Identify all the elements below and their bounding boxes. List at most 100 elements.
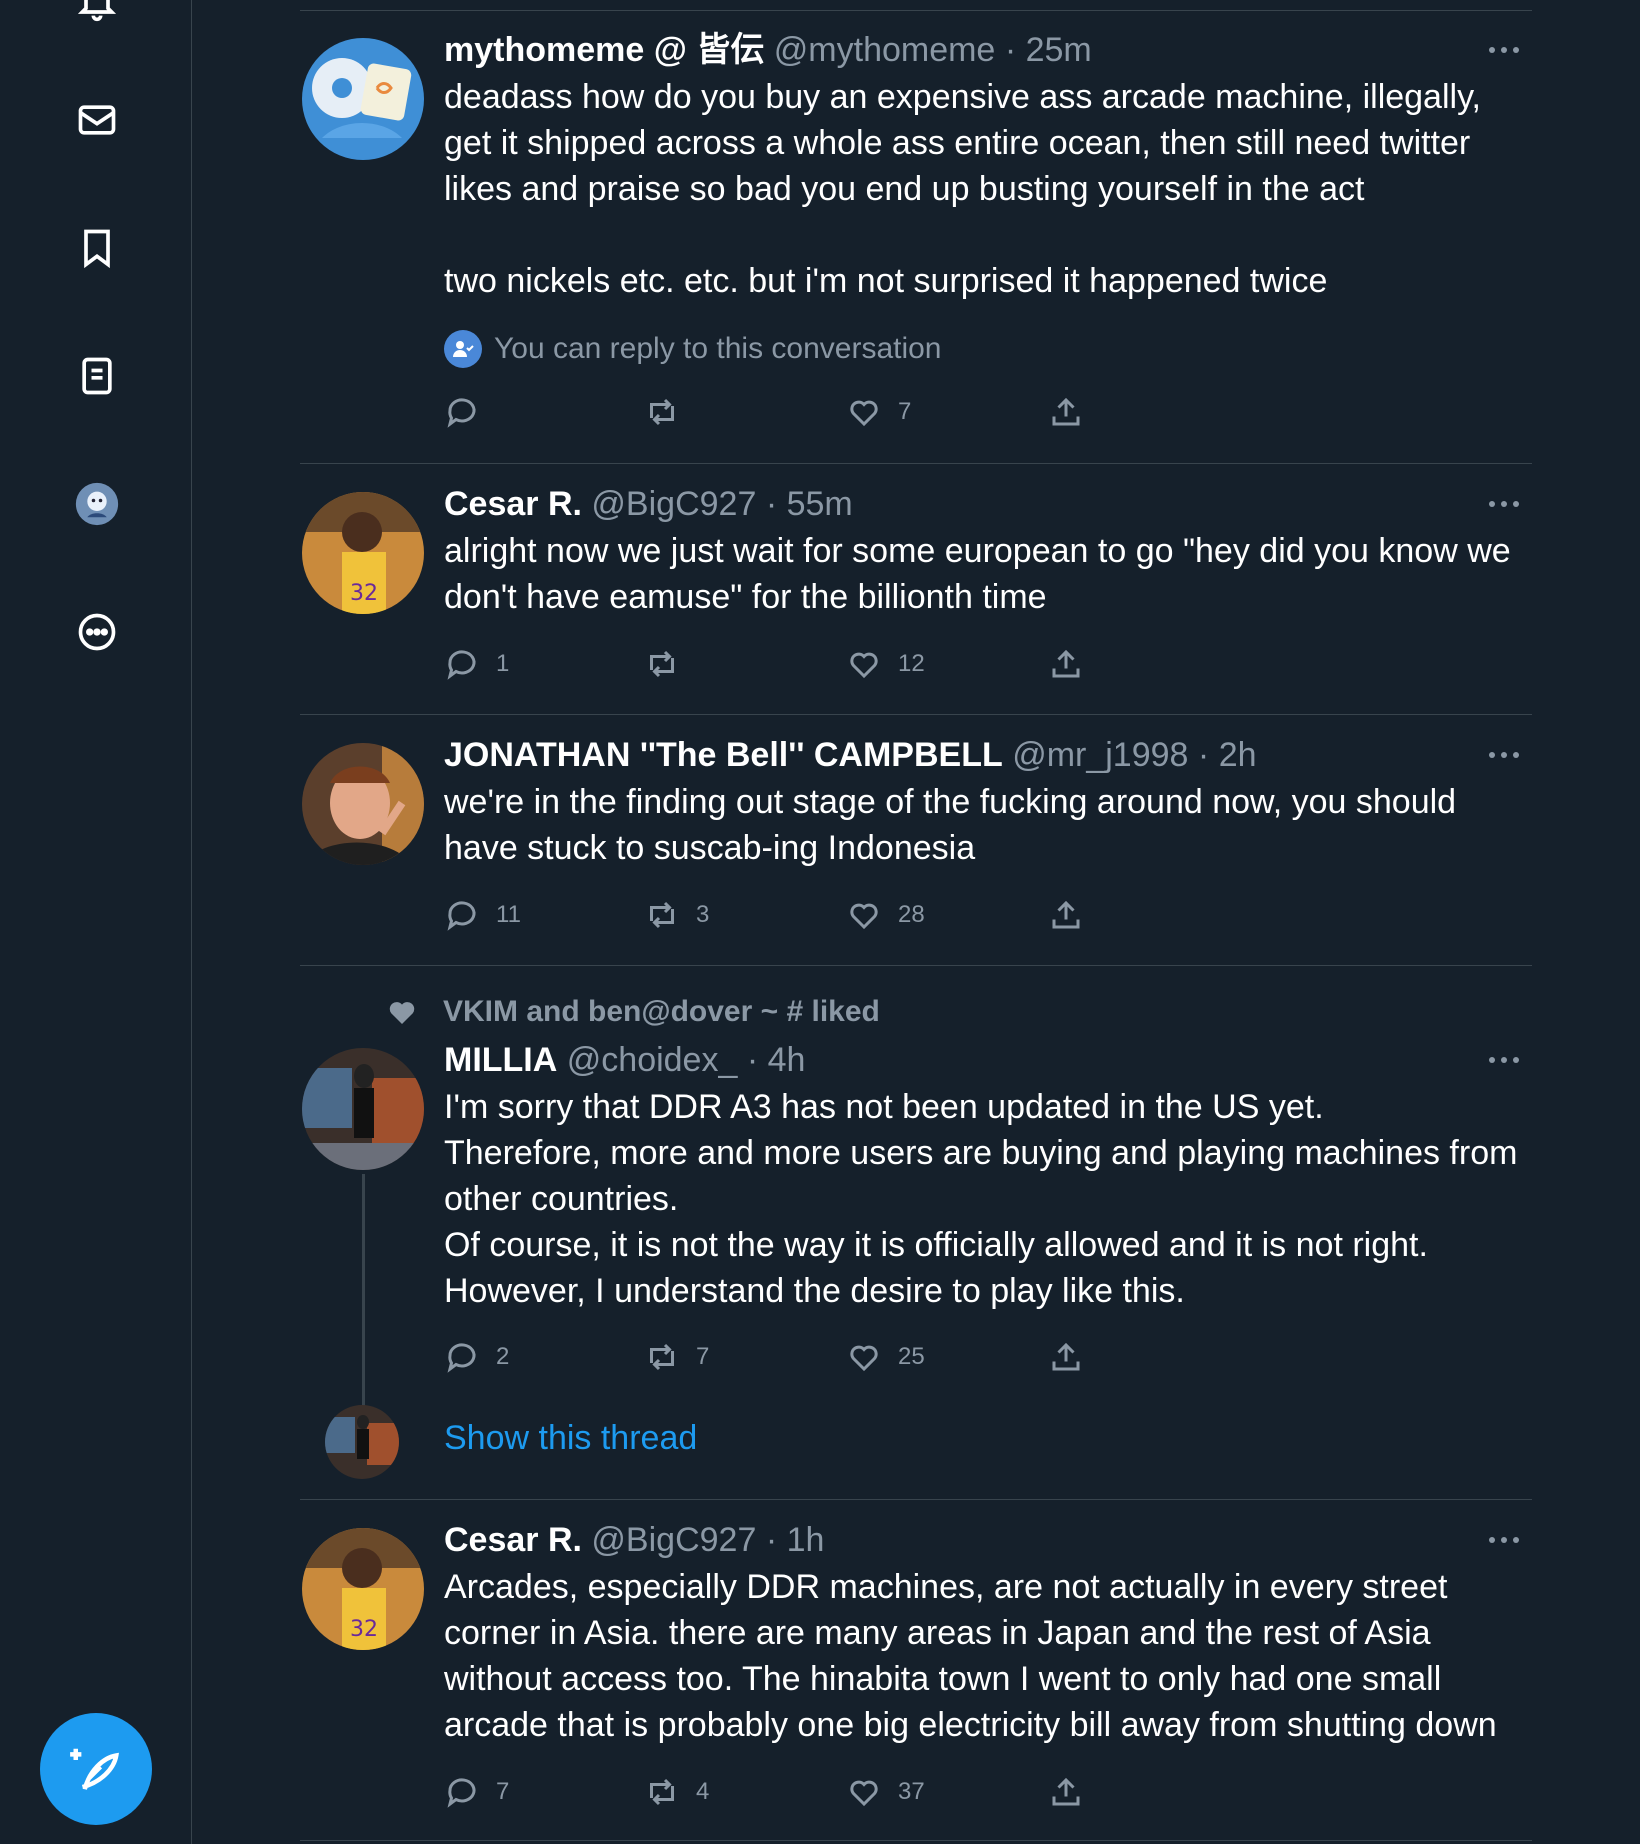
reply-icon bbox=[447, 1778, 476, 1808]
author-name[interactable]: JONATHAN ''The Bell'' CAMPBELL bbox=[444, 736, 1003, 774]
like-count: 28 bbox=[898, 901, 925, 928]
avatar[interactable]: 32 bbox=[302, 492, 424, 614]
author-name[interactable]: mythomeme @ 皆伝 bbox=[444, 31, 764, 69]
reply-button[interactable]: 7 bbox=[444, 1772, 509, 1812]
retweet-button[interactable] bbox=[644, 392, 696, 432]
separator-dot: · bbox=[1004, 31, 1017, 69]
like-button[interactable]: 25 bbox=[846, 1337, 925, 1377]
share-button[interactable] bbox=[1048, 1337, 1084, 1377]
like-button[interactable]: 37 bbox=[846, 1772, 925, 1812]
separator-dot: · bbox=[746, 1041, 759, 1079]
share-button[interactable] bbox=[1048, 392, 1084, 432]
reply-count: 1 bbox=[496, 650, 510, 677]
social-context[interactable]: VKIM and ben@dover ~ # liked bbox=[385, 995, 880, 1029]
timestamp[interactable]: 1h bbox=[787, 1521, 825, 1559]
reply-count: 7 bbox=[496, 1778, 510, 1805]
more-options-icon[interactable] bbox=[1484, 1040, 1524, 1080]
like-count: 37 bbox=[898, 1778, 925, 1805]
like-button[interactable]: 28 bbox=[846, 895, 925, 935]
heart-icon bbox=[850, 1345, 878, 1372]
thread-avatar[interactable] bbox=[325, 1405, 399, 1479]
separator-dot: · bbox=[765, 1521, 778, 1559]
svg-text:32: 32 bbox=[350, 1617, 378, 1642]
svg-text:32: 32 bbox=[350, 581, 378, 606]
more-options-icon[interactable] bbox=[1484, 1520, 1524, 1560]
profile-avatar[interactable] bbox=[72, 479, 122, 529]
author-handle[interactable]: @mr_j1998 bbox=[1012, 736, 1188, 774]
avatar[interactable]: 32 bbox=[302, 1528, 424, 1650]
timestamp[interactable]: 2h bbox=[1219, 736, 1257, 774]
author-handle[interactable]: @BigC927 bbox=[591, 1521, 756, 1559]
divider bbox=[300, 714, 1532, 715]
heart-icon bbox=[850, 400, 878, 427]
author-name[interactable]: Cesar R. bbox=[444, 1521, 582, 1559]
share-button[interactable] bbox=[1048, 895, 1084, 935]
avatar[interactable] bbox=[302, 38, 424, 160]
separator-dot: · bbox=[1197, 736, 1210, 774]
messages-icon[interactable] bbox=[72, 95, 122, 145]
reply-button[interactable] bbox=[444, 392, 496, 432]
timeline: mythomeme @ 皆伝 @mythomeme · 25m deadass … bbox=[300, 0, 1532, 1844]
share-icon bbox=[1052, 397, 1080, 426]
retweet-button[interactable]: 7 bbox=[644, 1337, 709, 1377]
share-icon bbox=[1052, 649, 1080, 678]
heart-filled-icon bbox=[389, 1002, 415, 1024]
timestamp[interactable]: 25m bbox=[1026, 31, 1092, 69]
tweet-actions: 1 12 bbox=[444, 644, 1144, 684]
retweet-button[interactable] bbox=[644, 644, 696, 684]
more-options-icon[interactable] bbox=[1484, 30, 1524, 70]
bookmarks-icon[interactable] bbox=[72, 223, 122, 273]
retweet-count: 7 bbox=[696, 1343, 710, 1370]
tweet-text: we're in the finding out stage of the fu… bbox=[444, 783, 1466, 867]
reply-count: 11 bbox=[496, 901, 521, 928]
reply-button[interactable]: 1 bbox=[444, 644, 509, 684]
timestamp[interactable]: 55m bbox=[787, 485, 853, 523]
tweet-text: Arcades, especially DDR machines, are no… bbox=[444, 1568, 1497, 1744]
reply-permission-note: You can reply to this conversation bbox=[444, 330, 942, 368]
reply-button[interactable]: 2 bbox=[444, 1337, 509, 1377]
retweet-button[interactable]: 3 bbox=[644, 895, 709, 935]
share-button[interactable] bbox=[1048, 1772, 1084, 1812]
author-handle[interactable]: @choidex_ bbox=[567, 1041, 738, 1079]
author-handle[interactable]: @BigC927 bbox=[591, 485, 756, 523]
author-handle[interactable]: @mythomeme bbox=[774, 31, 996, 69]
thread-line bbox=[362, 1174, 365, 1432]
like-button[interactable]: 12 bbox=[846, 644, 925, 684]
notifications-icon[interactable] bbox=[72, 0, 122, 26]
share-icon bbox=[1052, 1342, 1080, 1371]
reply-count: 2 bbox=[496, 1343, 510, 1370]
reply-icon bbox=[447, 1343, 476, 1373]
author-name[interactable]: MILLIA bbox=[444, 1041, 557, 1079]
avatar[interactable] bbox=[302, 1048, 424, 1170]
compose-tweet-button[interactable] bbox=[40, 1713, 152, 1825]
like-count: 25 bbox=[898, 1343, 925, 1370]
tweet-text: deadass how do you buy an expensive ass … bbox=[444, 78, 1481, 300]
like-count: 12 bbox=[898, 650, 925, 677]
tweet-actions: 7 4 37 bbox=[444, 1772, 1144, 1812]
share-icon bbox=[1052, 1777, 1080, 1806]
lists-icon[interactable] bbox=[72, 351, 122, 401]
more-icon[interactable] bbox=[72, 607, 122, 657]
like-count: 7 bbox=[898, 398, 912, 425]
more-options-icon[interactable] bbox=[1484, 735, 1524, 775]
tweet-text: I'm sorry that DDR A3 has not been updat… bbox=[444, 1088, 1518, 1310]
social-context-text: VKIM and ben@dover ~ # liked bbox=[443, 995, 880, 1028]
tweet-header: mythomeme @ 皆伝 @mythomeme · 25m bbox=[444, 30, 1524, 70]
retweet-count: 4 bbox=[696, 1778, 710, 1805]
heart-icon bbox=[850, 903, 878, 930]
tweet-actions: 2 7 25 bbox=[444, 1337, 1144, 1377]
reply-button[interactable]: 11 bbox=[444, 895, 521, 935]
retweet-button[interactable]: 4 bbox=[644, 1772, 709, 1812]
more-options-icon[interactable] bbox=[1484, 484, 1524, 524]
retweet-icon bbox=[650, 398, 674, 426]
retweet-icon bbox=[650, 901, 674, 929]
reply-icon bbox=[447, 901, 476, 931]
like-button[interactable]: 7 bbox=[846, 392, 911, 432]
author-name[interactable]: Cesar R. bbox=[444, 485, 582, 523]
avatar[interactable] bbox=[302, 743, 424, 865]
show-thread-link[interactable]: Show this thread bbox=[444, 1419, 697, 1458]
timestamp[interactable]: 4h bbox=[768, 1041, 806, 1079]
sidebar-nav bbox=[0, 0, 192, 1844]
share-button[interactable] bbox=[1048, 644, 1084, 684]
tweet-header: MILLIA @choidex_ · 4h bbox=[444, 1040, 1524, 1080]
